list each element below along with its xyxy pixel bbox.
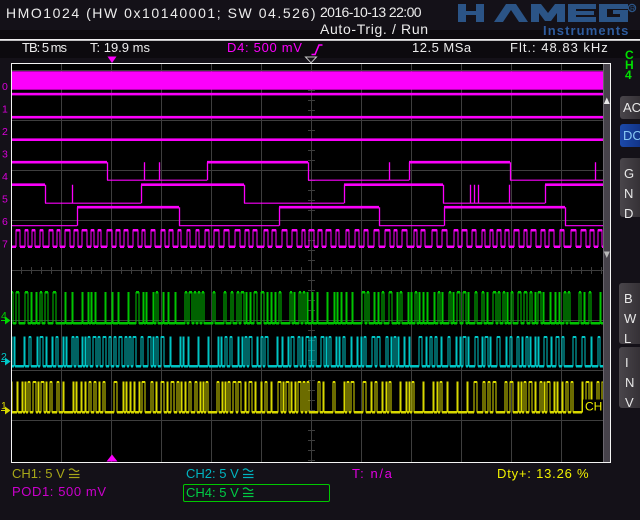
- svg-text:7: 7: [2, 239, 8, 251]
- svg-text:6: 6: [2, 216, 8, 228]
- svg-text:R: R: [630, 6, 635, 13]
- svg-text:2: 2: [2, 126, 8, 138]
- svg-text:3: 3: [2, 149, 8, 161]
- svg-text:4: 4: [2, 171, 8, 183]
- svg-text:5: 5: [2, 194, 8, 206]
- svg-text:0: 0: [2, 81, 8, 93]
- svg-text:1: 1: [2, 104, 8, 116]
